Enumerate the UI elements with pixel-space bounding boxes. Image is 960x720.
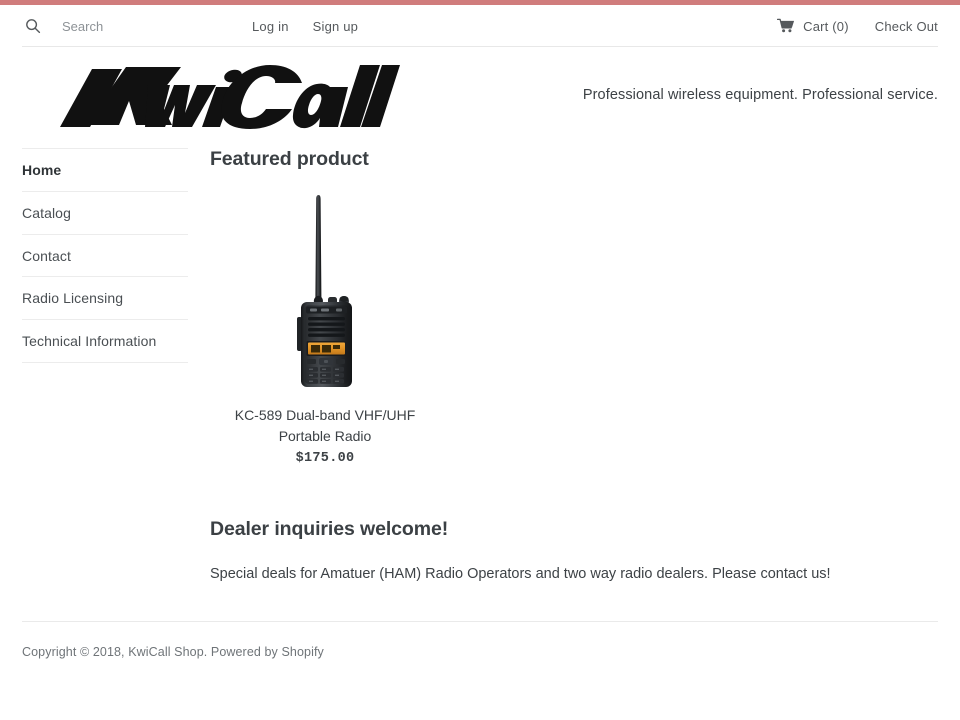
copyright-text: Copyright © 2018, KwiCall Shop. Powered … — [22, 645, 324, 659]
sidebar-nav: Home Catalog Contact Radio Licensing Tec… — [22, 148, 188, 363]
product-price: $175.00 — [295, 451, 355, 467]
search-icon[interactable] — [22, 15, 44, 37]
search-input[interactable] — [62, 18, 202, 34]
checkout-link[interactable]: Check Out — [875, 19, 938, 34]
site-logo[interactable] — [30, 61, 400, 133]
shopping-cart-icon — [776, 17, 796, 35]
dealer-inquiries-heading: Dealer inquiries welcome! — [210, 518, 449, 541]
cart-link[interactable]: Cart (0) — [776, 17, 849, 35]
utility-bar: Log in Sign up Cart (0) Check Out — [22, 5, 938, 47]
sidebar-item-contact[interactable]: Contact — [22, 235, 188, 278]
main-content: Featured product KC-589 Dual-band VHF/UH… — [210, 148, 938, 586]
dealer-inquiries-text: Special deals for Amatuer (HAM) Radio Op… — [210, 565, 831, 582]
signup-link[interactable]: Sign up — [313, 19, 359, 34]
sidebar-item-radio-licensing[interactable]: Radio Licensing — [22, 277, 188, 321]
sidebar-item-home[interactable]: Home — [22, 148, 188, 192]
utility-bar-left: Log in Sign up — [22, 5, 358, 47]
site-footer: Copyright © 2018, KwiCall Shop. Powered … — [22, 621, 938, 659]
page-body: Home Catalog Contact Radio Licensing Tec… — [22, 148, 938, 586]
utility-bar-right: Cart (0) Check Out — [776, 5, 938, 47]
sidebar-item-catalog[interactable]: Catalog — [22, 192, 188, 235]
product-image — [210, 189, 440, 394]
sidebar-item-technical-information[interactable]: Technical Information — [22, 320, 188, 363]
login-link[interactable]: Log in — [252, 19, 289, 34]
product-title: KC-589 Dual-band VHF/UHF Portable Radio — [234, 407, 416, 445]
featured-product-heading: Featured product — [210, 148, 369, 170]
cart-label: Cart (0) — [803, 18, 849, 34]
masthead: Professional wireless equipment. Profess… — [22, 47, 938, 143]
featured-product-card[interactable]: KC-589 Dual-band VHF/UHF Portable Radio … — [210, 189, 440, 466]
tagline: Professional wireless equipment. Profess… — [582, 87, 938, 103]
